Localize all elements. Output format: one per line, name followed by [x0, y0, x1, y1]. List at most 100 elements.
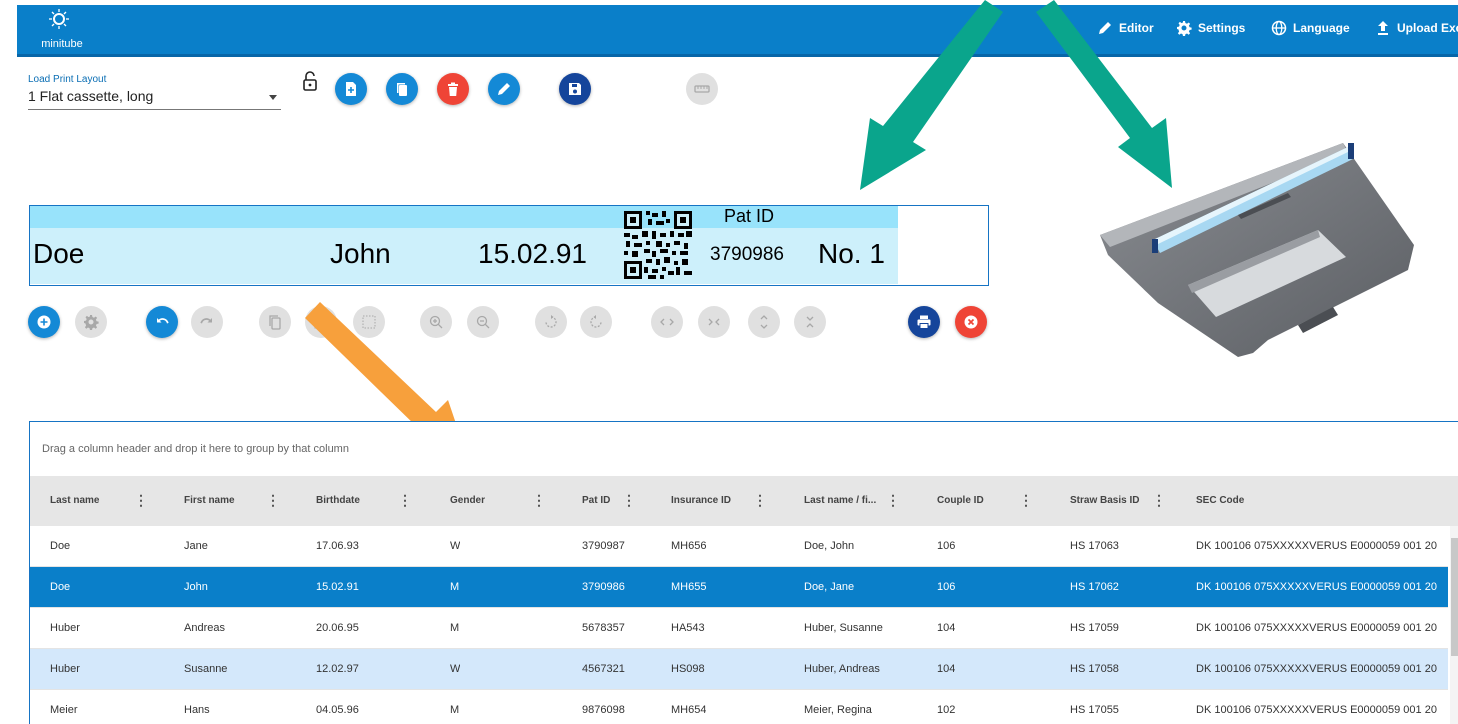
nav-settings[interactable]: Settings: [1176, 20, 1245, 36]
cell-partner-name: Meier, Regina: [804, 704, 872, 716]
table-row[interactable]: Huber Susanne 12.02.97 W 4567321 HS098 Huber, …: [30, 649, 1448, 690]
column-menu-icon[interactable]: ⋮: [1019, 476, 1033, 526]
qr-code: [624, 211, 692, 279]
field-settings-button[interactable]: [75, 306, 107, 338]
label-last-name: Doe: [33, 238, 85, 269]
flat-cassette-image: [1100, 143, 1414, 357]
grid-icon: [314, 315, 328, 329]
rotate-right-button[interactable]: [580, 306, 612, 338]
undo-icon: [157, 318, 169, 324]
print-button[interactable]: [908, 306, 940, 338]
cell-gender: M: [450, 704, 460, 716]
lock-open-icon[interactable]: [302, 71, 318, 91]
table-row[interactable]: Doe John 15.02.91 M 3790986 MH655 Doe, Jane 106…: [30, 567, 1448, 608]
cell-birthdate: 20.06.95: [316, 622, 359, 634]
new-layout-button[interactable]: [335, 73, 367, 105]
nav-upload[interactable]: Upload Exce: [1375, 20, 1458, 36]
gear-icon: [1177, 21, 1192, 36]
scrollbar-thumb[interactable]: [1451, 538, 1458, 656]
copy-layout-button[interactable]: [386, 73, 418, 105]
printer-icon: [917, 315, 931, 329]
cell-insurance-id: MH654: [671, 704, 707, 716]
expand-horizontal-button[interactable]: [651, 306, 683, 338]
label-pat-id-caption: Pat ID: [724, 206, 775, 226]
column-menu-icon[interactable]: ⋮: [886, 476, 900, 526]
grid-toggle-button[interactable]: [305, 306, 337, 338]
cell-gender: W: [450, 540, 461, 552]
cell-straw-basis-id: HS 17058: [1070, 663, 1119, 675]
column-menu-icon[interactable]: ⋮: [532, 476, 546, 526]
column-menu-icon[interactable]: ⋮: [134, 476, 148, 526]
table-row[interactable]: Doe Jane 17.06.93 W 3790987 MH656 Doe, John 106…: [30, 526, 1448, 567]
add-field-button[interactable]: [28, 306, 60, 338]
cell-insurance-id: HA543: [671, 622, 705, 634]
close-circle-icon: [964, 315, 978, 329]
col-header-first-name[interactable]: First name: [184, 476, 235, 526]
nav-language[interactable]: Language: [1271, 20, 1350, 36]
dotted-grid-button[interactable]: [353, 306, 385, 338]
shrink-vertical-button[interactable]: [794, 306, 826, 338]
layout-select-value: 1 Flat cassette, long: [28, 88, 154, 104]
col-header-pat-id[interactable]: Pat ID: [582, 476, 610, 526]
app-logo[interactable]: minitube: [39, 9, 85, 53]
zoom-in-button[interactable]: [420, 306, 452, 338]
ruler-button[interactable]: [686, 73, 718, 105]
patient-grid[interactable]: Drag a column header and drop it here to…: [29, 421, 1458, 724]
cell-first-name: Andreas: [184, 622, 225, 634]
redo-button[interactable]: [191, 306, 223, 338]
cell-birthdate: 04.05.96: [316, 704, 359, 716]
column-menu-icon[interactable]: ⋮: [622, 476, 636, 526]
grid-scrollbar[interactable]: [1450, 526, 1458, 724]
col-header-gender[interactable]: Gender: [450, 476, 485, 526]
label-preview[interactable]: Doe John 15.02.91 Pat ID 3790986 No. 1: [29, 205, 989, 286]
cell-first-name: John: [184, 581, 208, 593]
cell-last-name: Doe: [50, 581, 71, 593]
table-row[interactable]: Meier Hans 04.05.96 M 9876098 MH654 Meier, Reg…: [30, 690, 1448, 724]
col-header-birthdate[interactable]: Birthdate: [316, 476, 360, 526]
table-row[interactable]: Huber Andreas 20.06.95 M 5678357 HA543 Huber, …: [30, 608, 1448, 649]
cell-pat-id: 5678357: [582, 622, 625, 634]
label-first-name: John: [330, 238, 391, 269]
nav-language-label: Language: [1293, 21, 1350, 35]
group-by-hint[interactable]: Drag a column header and drop it here to…: [42, 443, 349, 455]
column-menu-icon[interactable]: ⋮: [398, 476, 412, 526]
cell-first-name: Susanne: [184, 663, 228, 675]
column-menu-icon[interactable]: ⋮: [266, 476, 280, 526]
edit-layout-button[interactable]: [488, 73, 520, 105]
layout-select[interactable]: 1 Flat cassette, long: [28, 88, 281, 110]
copy-icon: [269, 315, 281, 330]
zoom-out-button[interactable]: [467, 306, 499, 338]
cancel-button[interactable]: [955, 306, 987, 338]
chevrons-out-horizontal-icon: [660, 318, 674, 326]
dotted-grid-icon: [362, 315, 376, 329]
col-header-couple-id[interactable]: Couple ID: [937, 476, 984, 526]
col-header-straw-basis-id[interactable]: Straw Basis ID: [1070, 476, 1139, 526]
label-pat-id: 3790986: [710, 244, 784, 265]
column-menu-icon[interactable]: ⋮: [753, 476, 767, 526]
rotate-left-button[interactable]: [535, 306, 567, 338]
col-header-insurance-id[interactable]: Insurance ID: [671, 476, 731, 526]
cell-sec-code: DK 100106 075XXXXXVERUS E0000059 001 20: [1196, 663, 1437, 675]
duplicate-field-button[interactable]: [259, 306, 291, 338]
undo-button[interactable]: [146, 306, 178, 338]
cell-partner-name: Doe, John: [804, 540, 855, 552]
nav-editor-label: Editor: [1119, 21, 1154, 35]
col-header-sec-code[interactable]: SEC Code: [1196, 476, 1244, 526]
expand-vertical-button[interactable]: [748, 306, 780, 338]
col-header-last-first-name[interactable]: Last name / fi...: [804, 476, 876, 526]
cell-last-name: Huber: [50, 622, 80, 634]
cell-first-name: Jane: [184, 540, 208, 552]
cell-pat-id: 3790987: [582, 540, 625, 552]
column-menu-icon[interactable]: ⋮: [1152, 476, 1166, 526]
col-header-last-name[interactable]: Last name: [50, 476, 99, 526]
delete-layout-button[interactable]: [437, 73, 469, 105]
label-birthdate: 15.02.91: [478, 238, 587, 269]
grid-header: Last name ⋮ First name ⋮ Birthdate ⋮ Gen…: [30, 476, 1458, 526]
save-icon: [569, 83, 581, 95]
cell-pat-id: 9876098: [582, 704, 625, 716]
ruler-icon: [694, 85, 710, 93]
nav-editor[interactable]: Editor: [1097, 20, 1154, 36]
gear-icon: [84, 315, 99, 330]
shrink-horizontal-button[interactable]: [698, 306, 730, 338]
save-layout-button[interactable]: [559, 73, 591, 105]
